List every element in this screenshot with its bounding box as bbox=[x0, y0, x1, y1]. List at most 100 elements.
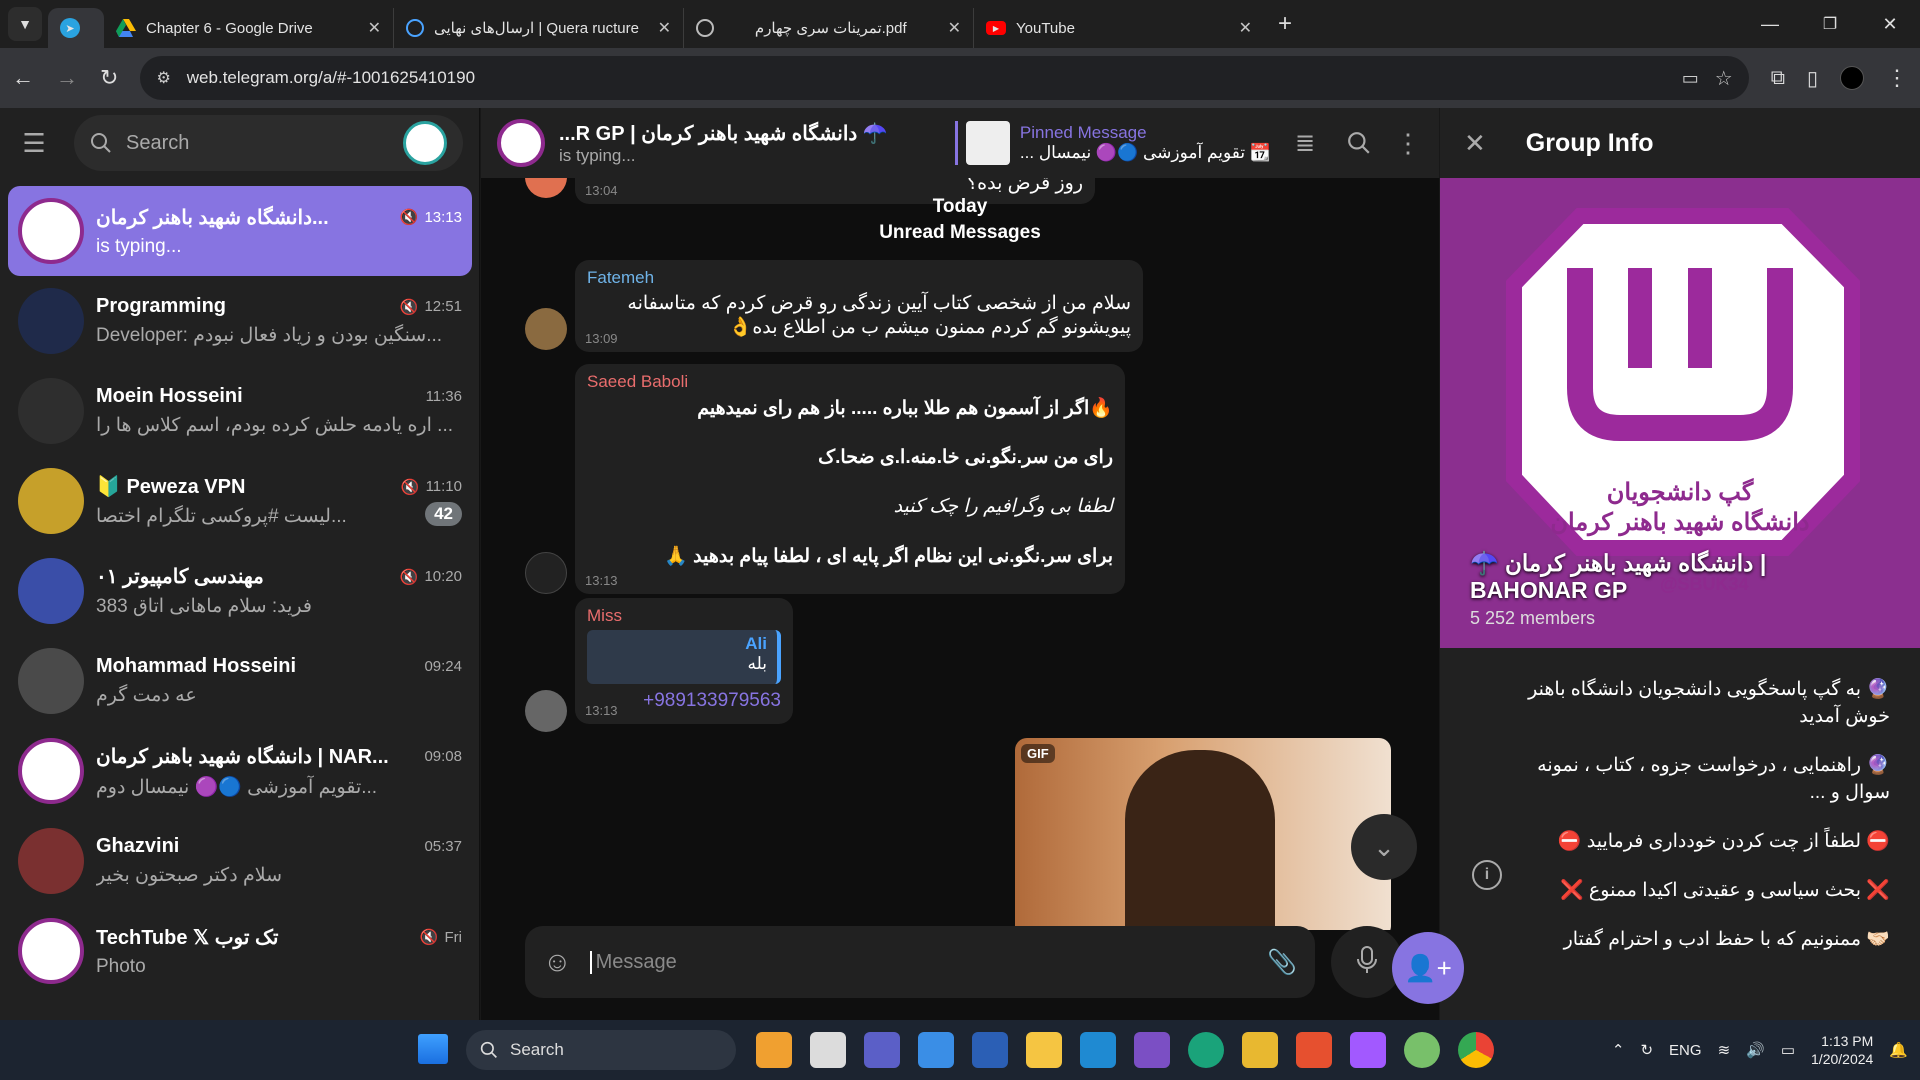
chat-list-item[interactable]: Mohammad Hosseini 09:24 عه دمت گرم bbox=[8, 636, 472, 726]
chat-list-item[interactable]: 🔰 Peweza VPN 🔇 11:10 لیست #پروکسی تلگرام اخ… bbox=[8, 456, 472, 546]
vscode-icon[interactable] bbox=[1080, 1032, 1116, 1068]
story-avatar[interactable] bbox=[403, 121, 447, 165]
close-window-icon[interactable]: ✕ bbox=[1860, 14, 1920, 35]
profile-avatar[interactable] bbox=[1840, 66, 1864, 90]
app-icon[interactable] bbox=[1242, 1032, 1278, 1068]
sender-name[interactable]: Miss bbox=[587, 606, 781, 626]
pinned-message[interactable]: Pinned Message 📆 تقویم آموزشی 🔵🟣 نیمسال … bbox=[954, 121, 1271, 165]
volume-icon[interactable]: 🔊 bbox=[1746, 1041, 1765, 1059]
message-input[interactable]: Message bbox=[589, 950, 1250, 974]
group-avatar[interactable] bbox=[497, 119, 545, 167]
site-info-icon[interactable]: ⚙ bbox=[156, 68, 170, 88]
tab-search-button[interactable]: ▼ bbox=[8, 7, 42, 41]
attach-icon[interactable]: 📎 bbox=[1267, 948, 1297, 977]
install-app-icon[interactable]: ▭ bbox=[1682, 68, 1699, 89]
pinned-list-icon[interactable]: ≣ bbox=[1285, 129, 1325, 158]
back-icon[interactable]: ← bbox=[12, 65, 34, 91]
close-tab-icon[interactable]: ✕ bbox=[1239, 18, 1252, 38]
message-bubble[interactable]: Miss Ali بله +989133979563 13:13 bbox=[575, 598, 793, 724]
sender-avatar[interactable] bbox=[525, 308, 567, 350]
reload-icon[interactable]: ↻ bbox=[100, 65, 118, 91]
scroll-down-button[interactable]: ⌄ bbox=[1351, 814, 1417, 880]
figma-icon[interactable] bbox=[1350, 1032, 1386, 1068]
language-indicator[interactable]: ENG bbox=[1669, 1042, 1702, 1059]
more-options-icon[interactable]: ⋮ bbox=[1393, 128, 1423, 159]
tab-pdf[interactable]: تمرینات سری چهارم.pdf ✕ bbox=[684, 8, 974, 48]
tab-label: YouTube bbox=[1016, 19, 1075, 37]
file-explorer-icon[interactable] bbox=[1026, 1032, 1062, 1068]
message-bubble[interactable]: Fatemeh سلام من از شخصی کتاب آیین زندگی … bbox=[575, 260, 1143, 352]
message-line: برای سر.نگو.نی این نظام اگر پایه ای ، لط… bbox=[664, 546, 1113, 567]
hamburger-menu-icon[interactable]: ☰ bbox=[16, 128, 52, 159]
bookmark-star-icon[interactable]: ☆ bbox=[1715, 66, 1733, 91]
wifi-icon[interactable]: ≋ bbox=[1718, 1041, 1731, 1059]
chat-name: Programming bbox=[96, 295, 227, 317]
edge-icon[interactable] bbox=[1188, 1032, 1224, 1068]
chat-list-item[interactable]: دانشگاه شهید باهنر کرمان... 🔇 13:13 is typi… bbox=[8, 186, 472, 276]
tab-telegram[interactable]: ➤ bbox=[48, 8, 104, 48]
reply-preview[interactable]: Ali بله bbox=[587, 630, 781, 684]
unread-badge: 42 bbox=[425, 501, 462, 526]
chat-name: دانشگاه شهید باهنر کرمان... bbox=[96, 206, 329, 229]
sender-name[interactable]: Fatemeh bbox=[587, 268, 1131, 288]
minimize-window-icon[interactable]: — bbox=[1740, 14, 1800, 35]
close-tab-icon[interactable]: ✕ bbox=[368, 18, 381, 38]
sender-name[interactable]: Saeed Baboli bbox=[587, 372, 1113, 392]
chat-list-item[interactable]: Programming 🔇 12:51 Developer: سنگین بودن و… bbox=[8, 276, 472, 366]
new-tab-icon[interactable]: + bbox=[1278, 10, 1292, 38]
store-icon[interactable] bbox=[918, 1032, 954, 1068]
chat-list-item[interactable]: دانشگاه شهید باهنر کرمان | NAR... 09:08 تق… bbox=[8, 726, 472, 816]
forward-icon[interactable]: → bbox=[56, 65, 78, 91]
close-tab-icon[interactable]: ✕ bbox=[948, 18, 961, 38]
chevron-up-icon[interactable]: ⌃ bbox=[1612, 1041, 1625, 1059]
taskbar-search[interactable]: Search bbox=[466, 1030, 736, 1070]
search-icon[interactable] bbox=[1339, 131, 1379, 155]
chrome-icon[interactable] bbox=[1458, 1032, 1494, 1068]
message-bubble[interactable]: Saeed Baboli 🔥اگر از آسمون هم طلا بباره … bbox=[575, 364, 1125, 594]
chat-header[interactable]: ☂️ دانشگاه شهید باهنر کرمان | R GP... is… bbox=[481, 108, 1439, 178]
close-tab-icon[interactable]: ✕ bbox=[658, 18, 671, 38]
side-panel-icon[interactable]: ▯ bbox=[1807, 66, 1818, 91]
clock[interactable]: 1:13 PM 1/20/2024 bbox=[1811, 1032, 1873, 1068]
close-icon[interactable]: ✕ bbox=[1464, 128, 1486, 159]
description-line: 🔮 به گپ پاسخگویی دانشجویان دانشگاه باهنر… bbox=[1528, 679, 1890, 727]
restore-window-icon[interactable]: ❐ bbox=[1800, 14, 1860, 34]
word-icon[interactable] bbox=[972, 1032, 1008, 1068]
emoji-icon[interactable]: ☺ bbox=[543, 946, 572, 978]
search-input[interactable]: Search bbox=[74, 115, 463, 171]
chat-preview: تقویم آموزشی 🔵🟣 نیمسال دوم... bbox=[96, 776, 378, 798]
chat-time: 05:37 bbox=[424, 838, 462, 855]
chat-list-item[interactable]: Ghazvini 05:37 سلام دکتر صبحتون بخیر bbox=[8, 816, 472, 906]
battery-icon[interactable]: ▭ bbox=[1781, 1041, 1795, 1059]
browser-menu-icon[interactable]: ⋮ bbox=[1886, 65, 1908, 91]
chat-list-item[interactable]: مهندسی کامپیوتر ۰۱ 🔇 10:20 فرید: سلام ماهان… bbox=[8, 546, 472, 636]
sender-avatar[interactable] bbox=[525, 690, 567, 732]
message-composer[interactable]: ☺ Message 📎 bbox=[525, 926, 1315, 998]
chat-preview: سلام دکتر صبحتون بخیر bbox=[96, 865, 282, 886]
message-line: رای من سر.نگو.نی خا.منه.ا.ی ضحا.ک bbox=[818, 447, 1113, 468]
notification-bell-icon[interactable]: 🔔 bbox=[1889, 1041, 1908, 1059]
tab-quera[interactable]: ارسال‌های نهایی | Quera ructure ✕ bbox=[394, 8, 684, 48]
sync-icon[interactable]: ↻ bbox=[1640, 1041, 1653, 1059]
add-members-button[interactable]: 👤+ bbox=[1392, 932, 1464, 1004]
description-line: ❌ بحث سیاسی و عقیدتی اکیدا ممنوع ❌ bbox=[1560, 880, 1890, 901]
sender-avatar[interactable] bbox=[525, 552, 567, 594]
extensions-icon[interactable]: ⧉ bbox=[1771, 67, 1785, 90]
chat-list-item[interactable]: Moein Hosseini 11:36 اره یادمه حلش کرده بو… bbox=[8, 366, 472, 456]
sender-avatar[interactable] bbox=[525, 178, 567, 198]
visual-studio-icon[interactable] bbox=[1134, 1032, 1170, 1068]
message-line: 🔥اگر از آسمون هم طلا بباره ..... باز هم … bbox=[697, 398, 1113, 419]
muted-icon: 🔇 bbox=[399, 298, 419, 316]
task-view-icon[interactable] bbox=[810, 1032, 846, 1068]
address-bar[interactable]: ⚙ web.telegram.org/a/#-1001625410190 ▭ ☆ bbox=[140, 56, 1749, 100]
app-icon[interactable] bbox=[1404, 1032, 1440, 1068]
windows-start-icon[interactable] bbox=[418, 1034, 448, 1064]
group-cover-photo[interactable]: گپ دانشجویان دانشگاه شهید باهنر کرمان @S… bbox=[1440, 178, 1920, 648]
tab-google-drive[interactable]: Chapter 6 - Google Drive ✕ bbox=[104, 8, 394, 48]
widgets-icon[interactable] bbox=[756, 1032, 792, 1068]
teams-icon[interactable] bbox=[864, 1032, 900, 1068]
chat-list-item[interactable]: TechTube 𝕏 تک توب 🔇 Fri Photo bbox=[8, 906, 472, 996]
office-icon[interactable] bbox=[1296, 1032, 1332, 1068]
tab-youtube[interactable]: ▶ YouTube ✕ bbox=[974, 8, 1264, 48]
gif-message[interactable]: GIF bbox=[1015, 738, 1391, 930]
